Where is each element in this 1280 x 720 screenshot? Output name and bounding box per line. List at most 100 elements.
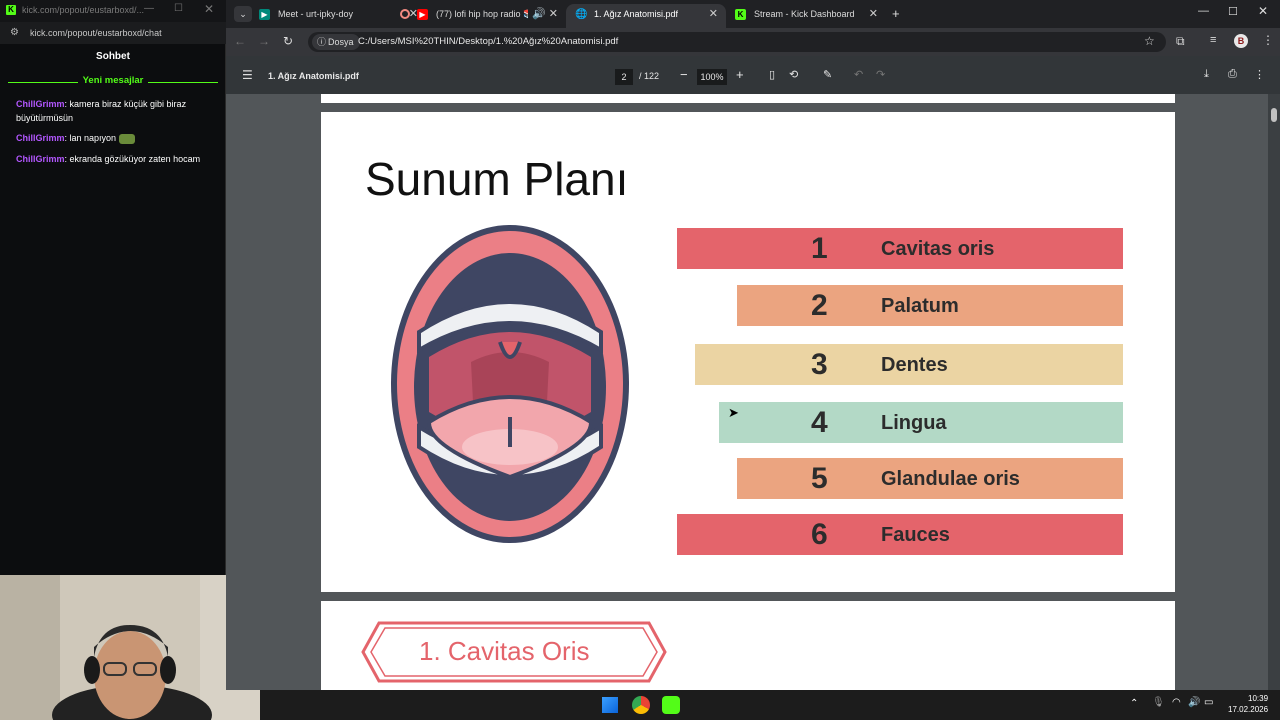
- new-messages-divider: Yeni mesajlar: [8, 75, 218, 89]
- windows-taskbar: ⌃ 🎙 ◠ 🔊 ▭ 10:39 17.02.2026: [260, 690, 1280, 720]
- download-icon[interactable]: ⤓: [1204, 68, 1209, 81]
- minimize-icon[interactable]: —: [1198, 5, 1209, 17]
- address-text[interactable]: C:/Users/MSI%20THIN/Desktop/1.%20Ağız%20…: [358, 36, 618, 47]
- plan-item-number: 5: [811, 462, 828, 495]
- fit-page-icon[interactable]: ▯: [769, 68, 775, 81]
- media-controls-icon[interactable]: ≡: [1210, 34, 1216, 46]
- previous-page: [321, 94, 1175, 103]
- bookmark-star-icon[interactable]: ☆: [1144, 34, 1155, 48]
- tab-strip: ⌄ ▶ Meet - urt-ipky-doy ✕ ▶ (77) lofi hi…: [226, 0, 1280, 28]
- plan-item-bar: 1 Cavitas oris: [677, 228, 1123, 269]
- maximize-icon[interactable]: ☐: [1228, 5, 1238, 18]
- battery-icon[interactable]: ▭: [1204, 697, 1213, 708]
- plan-item-number: 2: [811, 289, 828, 322]
- plan-item-bar: 3 Dentes: [695, 344, 1123, 385]
- print-icon[interactable]: ⎙: [1228, 68, 1237, 81]
- zoom-out-icon[interactable]: −: [680, 67, 688, 82]
- plan-item-bar: 5 Glandulae oris: [737, 458, 1123, 499]
- plan-item-bar: 6 Fauces: [677, 514, 1123, 555]
- forward-icon[interactable]: →: [258, 34, 270, 48]
- plan-item-label: Palatum: [881, 295, 959, 317]
- tab-label: 1. Ağız Anatomisi.pdf: [594, 9, 679, 19]
- extensions-icon[interactable]: ⧉: [1176, 34, 1185, 49]
- back-icon[interactable]: ←: [234, 34, 246, 48]
- site-info-chip[interactable]: ⓘ Dosya: [312, 34, 360, 50]
- chat-username[interactable]: ChillGrimm: [16, 133, 65, 143]
- chat-url[interactable]: kick.com/popout/eustarboxd/chat: [30, 28, 162, 38]
- annotate-icon[interactable]: ✎: [823, 68, 832, 81]
- open-mouth-illustration: [391, 225, 629, 543]
- tab-pdf[interactable]: 🌐 1. Ağız Anatomisi.pdf ✕: [566, 4, 726, 28]
- tab-label: Meet - urt-ipky-doy: [278, 9, 354, 19]
- chat-username[interactable]: ChillGrimm: [16, 154, 65, 164]
- volume-icon[interactable]: 🔊: [1188, 697, 1200, 708]
- more-options-icon[interactable]: ⋮: [1254, 68, 1265, 81]
- globe-icon: 🌐: [575, 9, 588, 20]
- close-icon[interactable]: ✕: [1258, 4, 1268, 18]
- pdf-filename: 1. Ağız Anatomisi.pdf: [268, 71, 359, 81]
- emote-icon: [118, 133, 135, 144]
- taskbar-date[interactable]: 17.02.2026: [1228, 705, 1268, 714]
- google-meet-icon: ▶: [259, 9, 270, 20]
- chrome-icon[interactable]: [632, 696, 650, 714]
- page-number-input[interactable]: 2: [615, 69, 633, 85]
- close-tab-icon[interactable]: ✕: [869, 4, 878, 24]
- plan-item-bar: 2 Palatum: [737, 285, 1123, 326]
- windows-start-icon[interactable]: [602, 697, 618, 713]
- rotate-icon[interactable]: ⟲: [789, 68, 798, 81]
- taskbar-time[interactable]: 10:39: [1248, 694, 1268, 703]
- chat-popout-window: K kick.com/popout/eustarboxd/... — ☐ ✕ ⚙…: [0, 0, 226, 575]
- address-bar[interactable]: ⓘ Dosya C:/Users/MSI%20THIN/Desktop/1.%2…: [308, 32, 1166, 52]
- microphone-icon[interactable]: 🎙: [1152, 697, 1165, 708]
- redo-icon[interactable]: ↷: [876, 68, 885, 81]
- chat-message: ChillGrimm: ekranda gözüküyor zaten hoca…: [16, 152, 216, 166]
- chat-text: : lan napıyon: [64, 133, 117, 143]
- new-tab-icon[interactable]: +: [892, 6, 900, 21]
- minimize-icon[interactable]: —: [144, 3, 154, 14]
- browser-window: ⌄ ▶ Meet - urt-ipky-doy ✕ ▶ (77) lofi hi…: [226, 0, 1280, 690]
- plan-item-label: Lingua: [881, 412, 947, 434]
- youtube-icon: ▶: [417, 9, 428, 20]
- zoom-in-icon[interactable]: +: [736, 67, 744, 82]
- chat-username[interactable]: ChillGrimm: [16, 99, 65, 109]
- plan-item-number: 3: [811, 348, 828, 381]
- pdf-page: 1. Cavitas Oris: [321, 601, 1175, 690]
- scrollbar-thumb[interactable]: [1271, 108, 1277, 122]
- plan-item-label: Dentes: [881, 354, 948, 376]
- plan-item-label: Fauces: [881, 524, 950, 546]
- profile-avatar[interactable]: B: [1234, 34, 1248, 48]
- tab-label: Stream - Kick Dashboard: [754, 9, 855, 19]
- chat-text: : ekranda gözüküyor zaten hocam: [64, 154, 201, 164]
- menu-icon[interactable]: ⋮: [1262, 33, 1274, 47]
- chat-window-title: kick.com/popout/eustarboxd/...: [22, 5, 145, 15]
- plan-item-label: Glandulae oris: [881, 468, 1020, 490]
- wifi-icon[interactable]: ◠: [1172, 697, 1181, 708]
- tab-meet[interactable]: ▶ Meet - urt-ipky-doy ✕: [250, 4, 426, 28]
- navigation-bar: ← → ↻ ⓘ Dosya C:/Users/MSI%20THIN/Deskto…: [226, 28, 1280, 56]
- sidebar-menu-icon[interactable]: ☰: [242, 68, 253, 82]
- site-chip-label: Dosya: [328, 37, 354, 47]
- kick-app-icon[interactable]: [662, 696, 680, 714]
- slide-title: Sunum Planı: [365, 153, 629, 205]
- new-messages-label: Yeni mesajlar: [82, 75, 144, 86]
- pdf-page: Sunum Planı 1 Cavitas oris 2 Palatum 3 D…: [321, 112, 1175, 592]
- plan-item-label: Cavitas oris: [881, 238, 995, 260]
- site-settings-icon[interactable]: ⚙: [10, 27, 19, 38]
- mouse-cursor-icon: ➤: [728, 405, 739, 420]
- tab-youtube[interactable]: ▶ (77) lofi hip hop radio 📚 b 🔊 ✕: [408, 4, 566, 28]
- pdf-viewer[interactable]: Sunum Planı 1 Cavitas oris 2 Palatum 3 D…: [226, 94, 1280, 690]
- zoom-level-input[interactable]: 100%: [697, 69, 727, 85]
- plan-item-number: 6: [811, 518, 828, 551]
- plan-item-number: 4: [811, 406, 828, 439]
- tab-kick[interactable]: K Stream - Kick Dashboard ✕: [726, 4, 886, 28]
- chat-urlbar[interactable]: ⚙ kick.com/popout/eustarboxd/chat: [0, 22, 226, 44]
- page-total: / 122: [639, 71, 660, 81]
- close-icon[interactable]: ✕: [204, 2, 214, 16]
- undo-icon[interactable]: ↶: [854, 68, 863, 81]
- close-tab-icon[interactable]: ✕: [709, 4, 718, 24]
- close-tab-icon[interactable]: 🔊 ✕: [528, 4, 558, 24]
- scrollbar[interactable]: [1268, 94, 1280, 690]
- show-hidden-icons-icon[interactable]: ⌃: [1130, 698, 1138, 709]
- reload-icon[interactable]: ↻: [283, 34, 293, 48]
- maximize-icon[interactable]: ☐: [174, 3, 183, 14]
